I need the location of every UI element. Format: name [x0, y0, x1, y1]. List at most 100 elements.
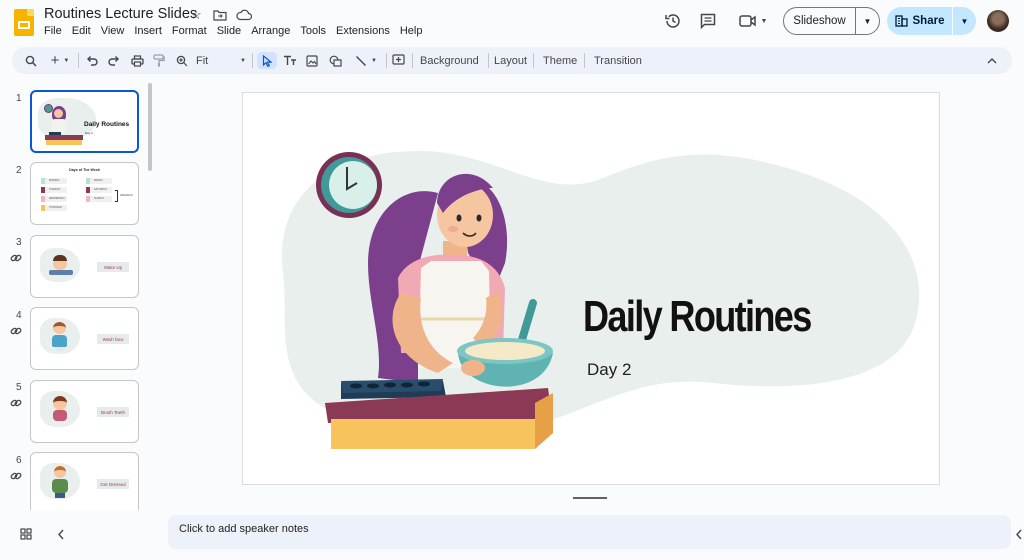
cloud-saved-icon[interactable]: [236, 7, 252, 23]
thumb-child: [53, 322, 66, 334]
account-avatar[interactable]: [987, 10, 1009, 32]
slide-thumbnail-4[interactable]: Wash face: [30, 307, 139, 370]
filmstrip-scrollbar[interactable]: [148, 83, 152, 171]
hand: [461, 360, 485, 376]
thumb-child-hair: [53, 255, 67, 261]
thumb-label: Get Dressed: [97, 479, 129, 489]
day-row: SUNDAY: [86, 196, 112, 202]
toolbar-divider: [78, 53, 79, 68]
share-button[interactable]: Share: [887, 7, 953, 35]
slide-thumbnail-6[interactable]: Get Dressed: [30, 452, 139, 510]
toolbar: + ▼ Fit ▼ ▼ Background Layout Theme Tran…: [12, 47, 1012, 74]
redo-icon[interactable]: [106, 52, 122, 69]
shape-icon[interactable]: [327, 52, 343, 69]
slide-number: 2: [16, 165, 22, 176]
thumb-girl-face: [54, 109, 63, 118]
add-comment-icon[interactable]: [390, 52, 406, 69]
star-icon[interactable]: ☆: [188, 7, 204, 23]
slide-number: 5: [16, 382, 22, 393]
chevron-down-icon: ▼: [240, 57, 246, 64]
slide-illustration: [281, 150, 920, 449]
menu-tools[interactable]: Tools: [300, 25, 332, 37]
line-icon: [356, 55, 367, 66]
toolbar-divider: [386, 53, 387, 68]
slide-title[interactable]: Daily Routines: [583, 292, 812, 342]
thumb-title: Days of The Week: [69, 168, 100, 172]
comments-icon[interactable]: [698, 11, 718, 31]
building-icon: [894, 15, 908, 27]
day-row: FRIDAY: [86, 178, 112, 184]
slide-canvas[interactable]: Daily Routines Day 2: [242, 92, 940, 485]
zoom-select[interactable]: Fit ▼: [196, 52, 246, 69]
search-menus-icon[interactable]: [22, 52, 39, 69]
collapse-menus-icon[interactable]: [984, 52, 1000, 69]
slide-thumbnail-5[interactable]: Brush Teeth: [30, 380, 139, 443]
collapse-filmstrip-icon[interactable]: [54, 527, 68, 541]
menu-extensions[interactable]: Extensions: [336, 25, 396, 37]
slide-number: 1: [16, 93, 22, 104]
slide-subtitle[interactable]: Day 2: [587, 360, 631, 380]
toolbar-divider: [533, 53, 534, 68]
document-title[interactable]: Routines Lecture Slides: [44, 6, 197, 22]
menu-file[interactable]: File: [44, 25, 68, 37]
insert-image-icon[interactable]: [304, 52, 320, 69]
transition-button[interactable]: Transition: [594, 52, 642, 69]
line-tool[interactable]: ▼: [351, 52, 381, 69]
zoom-icon[interactable]: [174, 52, 190, 69]
undo-icon[interactable]: [84, 52, 100, 69]
chevron-down-icon: ▼: [63, 57, 70, 64]
counter-front: [331, 419, 535, 449]
eye-right: [476, 214, 482, 222]
notes-resize-handle[interactable]: [573, 497, 607, 499]
toolbar-divider: [412, 53, 413, 68]
app-header: Routines Lecture Slides ☆ File Edit View…: [0, 0, 1024, 44]
link-icon: [10, 397, 22, 412]
zoom-value: Fit: [196, 54, 209, 67]
share-options-dropdown[interactable]: ▼: [953, 7, 976, 35]
share-label: Share: [912, 15, 945, 27]
menu-edit[interactable]: Edit: [72, 25, 97, 37]
menu-slide[interactable]: Slide: [217, 25, 247, 37]
thumb-label: Wake Up: [97, 262, 129, 272]
menu-format[interactable]: Format: [172, 25, 213, 37]
day-row: SATURDAY: [86, 187, 112, 193]
batter: [465, 342, 545, 360]
chevron-down-icon: ▼: [371, 57, 377, 64]
share-button-group: Share ▼: [887, 7, 976, 35]
version-history-icon[interactable]: [663, 11, 683, 31]
link-icon: [10, 470, 22, 485]
slide-thumbnail-2[interactable]: Days of The Week MONDAY TUESDAY WEDNESDA…: [30, 162, 139, 225]
thumb-child-shirt: [52, 479, 68, 493]
thumb-counter-front: [46, 140, 82, 145]
slides-app-icon[interactable]: [14, 9, 34, 36]
weekend-label: WEEKEND: [120, 194, 133, 197]
slideshow-button[interactable]: Slideshow: [784, 8, 856, 34]
move-folder-icon[interactable]: [212, 7, 228, 23]
grid-view-icon[interactable]: [19, 527, 33, 541]
slide-thumbnail-3[interactable]: Wake Up: [30, 235, 139, 298]
layout-button[interactable]: Layout: [494, 52, 527, 69]
menu-view[interactable]: View: [101, 25, 131, 37]
thumb-child-shirt: [52, 335, 67, 347]
side-panel-expand-icon[interactable]: [1013, 527, 1024, 541]
text-box-icon[interactable]: [282, 52, 298, 69]
paint-format-icon[interactable]: [151, 52, 167, 69]
slideshow-options-dropdown[interactable]: ▼: [856, 8, 879, 34]
meet-video-icon[interactable]: ▼: [736, 11, 770, 31]
menu-help[interactable]: Help: [400, 25, 429, 37]
link-icon: [10, 252, 22, 267]
background-button[interactable]: Background: [420, 52, 479, 69]
print-icon[interactable]: [129, 52, 145, 69]
menu-bar: File Edit View Insert Format Slide Arran…: [44, 25, 432, 37]
speaker-notes[interactable]: Click to add speaker notes: [168, 515, 1011, 549]
toolbar-divider: [584, 53, 585, 68]
menu-arrange[interactable]: Arrange: [251, 25, 296, 37]
theme-button[interactable]: Theme: [543, 52, 577, 69]
slide-thumbnail-1[interactable]: Daily Routines Day 2: [30, 90, 139, 153]
select-cursor-icon[interactable]: [257, 52, 277, 69]
new-slide-button[interactable]: + ▼: [47, 52, 73, 69]
eye-left: [456, 214, 462, 222]
menu-insert[interactable]: Insert: [134, 25, 168, 37]
thumb-child: [53, 396, 67, 410]
slide-number: 4: [16, 310, 22, 321]
